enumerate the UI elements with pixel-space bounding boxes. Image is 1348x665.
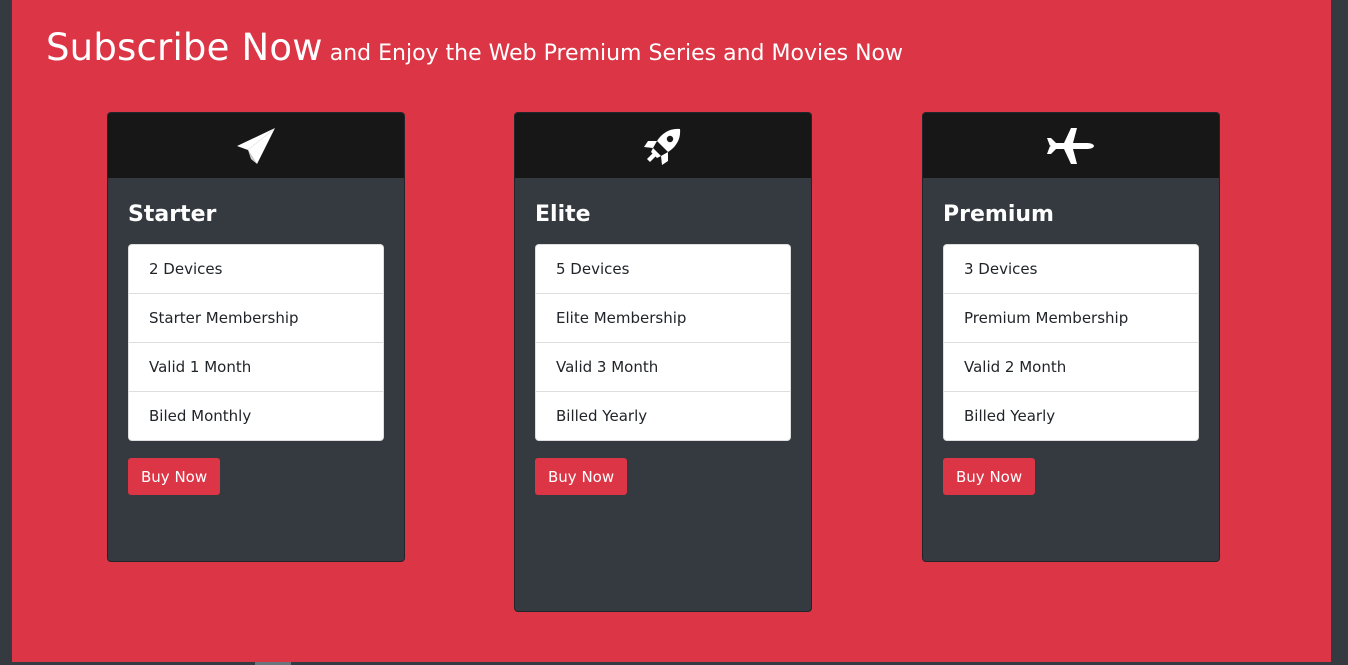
feature-list: 3 Devices Premium Membership Valid 2 Mon… xyxy=(943,244,1199,441)
feature-item: Valid 3 Month xyxy=(536,342,790,391)
plan-title: Premium xyxy=(943,202,1054,227)
feature-item: 5 Devices xyxy=(556,260,630,278)
buy-now-button-starter[interactable]: Buy Now xyxy=(128,458,221,495)
pricing-section: Subscribe Now and Enjoy the Web Premium … xyxy=(12,0,1331,662)
feature-item: Starter Membership xyxy=(129,293,383,342)
feature-item: Premium Membership xyxy=(944,293,1198,342)
plan-card-starter: Starter 2 Devices Starter Membership Val… xyxy=(107,112,405,562)
feature-item: Biled Monthly xyxy=(129,391,383,440)
buy-now-button-elite[interactable]: Buy Now xyxy=(535,458,628,495)
rocket-icon xyxy=(642,125,684,167)
feature-item: Elite Membership xyxy=(536,293,790,342)
feature-item: Valid 2 Month xyxy=(944,342,1198,391)
plan-card-premium: Premium 3 Devices Premium Membership Val… xyxy=(922,112,1220,562)
plan-card-elite: Elite 5 Devices Elite Membership Valid 3… xyxy=(514,112,812,612)
feature-list: 2 Devices Starter Membership Valid 1 Mon… xyxy=(128,244,384,441)
feature-item: Valid 1 Month xyxy=(129,342,383,391)
page-title-sub: and Enjoy the Web Premium Series and Mov… xyxy=(322,41,903,66)
plan-card-header xyxy=(923,113,1219,178)
feature-item: Billed Yearly xyxy=(536,391,790,440)
plan-title: Starter xyxy=(128,202,217,227)
feature-item: 2 Devices xyxy=(149,260,223,278)
page-title-main: Subscribe Now xyxy=(46,26,323,69)
feature-item: Billed Yearly xyxy=(944,391,1198,440)
page-title: Subscribe Now and Enjoy the Web Premium … xyxy=(46,26,903,69)
page-edge-right xyxy=(1331,0,1348,665)
plan-title: Elite xyxy=(535,202,591,227)
feature-list: 5 Devices Elite Membership Valid 3 Month… xyxy=(535,244,791,441)
airplane-icon xyxy=(1047,126,1095,166)
buy-now-button-premium[interactable]: Buy Now xyxy=(943,458,1036,495)
page-edge-left xyxy=(0,0,12,665)
plan-card-header xyxy=(515,113,811,178)
plan-card-header xyxy=(108,113,404,178)
feature-item: 3 Devices xyxy=(964,260,1038,278)
paper-plane-icon xyxy=(235,126,277,166)
